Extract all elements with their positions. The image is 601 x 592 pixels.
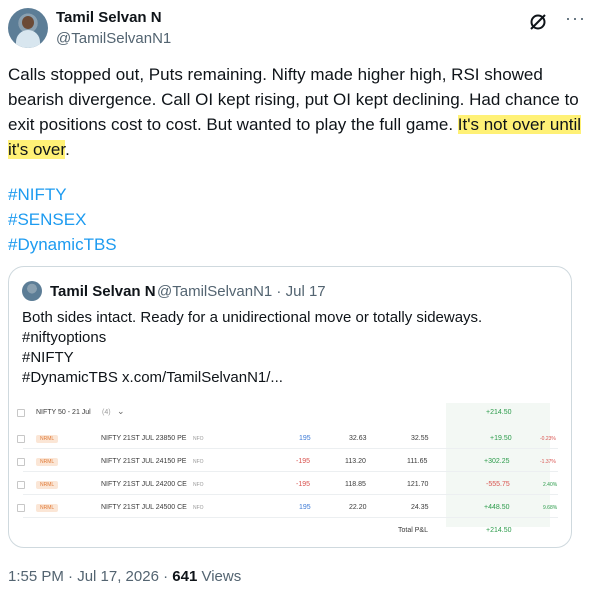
author-name[interactable]: Tamil Selvan N	[56, 9, 162, 26]
views-count: 641	[172, 568, 198, 585]
quoted-author-meta: @TamilSelvanN1 · Jul 17	[157, 283, 326, 300]
tweet-timestamp: 1:55 PM · Jul 17, 2026 · 641 Views	[8, 568, 242, 585]
hashtag-sensex[interactable]: #SENSEX	[8, 207, 117, 232]
quoted-author-name: Tamil Selvan N	[50, 283, 156, 300]
positions-table-image: NIFTY 50 - 21 Jul (4) ⌄ +214.50 NRML NIF…	[9, 393, 571, 547]
chevron-down-icon: ⌄	[117, 406, 125, 416]
more-options-icon[interactable]: ···	[565, 8, 586, 29]
quoted-author-avatar	[22, 281, 42, 301]
quoted-text: Both sides intact. Ready for a unidirect…	[22, 309, 483, 386]
tweet-text: Calls stopped out, Puts remaining. Nifty…	[8, 65, 582, 159]
grok-icon[interactable]	[528, 12, 548, 32]
hashtags: #NIFTY #SENSEX #DynamicTBS	[8, 182, 117, 257]
author-handle[interactable]: @TamilSelvanN1	[56, 30, 171, 47]
hashtag-dynamictbs[interactable]: #DynamicTBS	[8, 232, 117, 257]
hashtag-nifty[interactable]: #NIFTY	[8, 182, 117, 207]
author-avatar[interactable]	[8, 8, 48, 48]
quoted-tweet[interactable]: Tamil Selvan N @TamilSelvanN1 · Jul 17 B…	[8, 266, 572, 548]
